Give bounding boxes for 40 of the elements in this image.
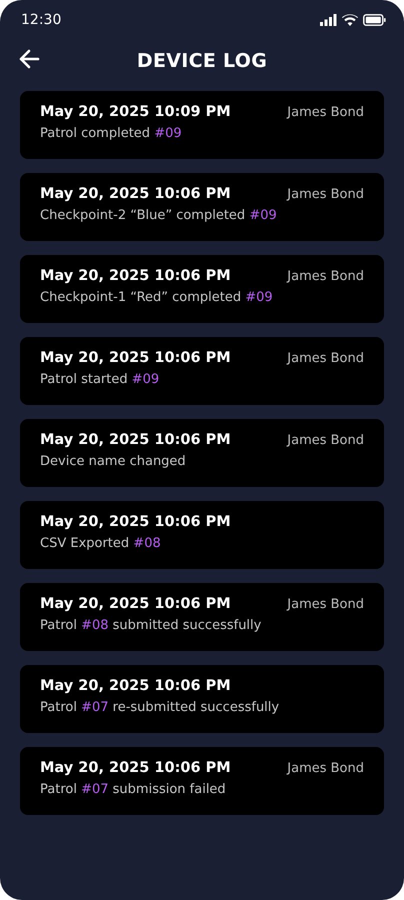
status-time: 12:30 (21, 12, 62, 28)
entry-message: Device name changed (40, 454, 187, 469)
entry-user: James Bond (287, 597, 364, 612)
entry-timestamp: May 20, 2025 10:06 PM (40, 432, 231, 448)
log-entry-card[interactable]: May 20, 2025 10:06 PM James Bond Checkpoint-1 “Red” completed #09 (20, 255, 384, 323)
entry-user: James Bond (287, 105, 364, 120)
log-entry-card[interactable]: May 20, 2025 10:06 PM James Bond Patrol #07 submission failed (20, 747, 384, 815)
signal-icon (320, 14, 337, 26)
log-entry-card[interactable]: May 20, 2025 10:06 PM Patrol #07 re-submitted successfully (20, 665, 384, 733)
entry-timestamp: May 20, 2025 10:06 PM (40, 514, 231, 530)
entry-timestamp: May 20, 2025 10:06 PM (40, 350, 231, 366)
entry-message: Patrol #07 submission failed (40, 782, 227, 797)
wifi-icon (342, 14, 358, 26)
entry-user: James Bond (287, 187, 364, 202)
log-entry-card[interactable]: May 20, 2025 10:06 PM CSV Exported #08 (20, 501, 384, 569)
entry-message: Checkpoint-1 “Red” completed #09 (40, 290, 274, 305)
log-entry-card[interactable]: May 20, 2025 10:06 PM James Bond Patrol #08 submitted successfully (20, 583, 384, 651)
entry-timestamp: May 20, 2025 10:06 PM (40, 186, 231, 202)
entry-message: Patrol completed #09 (40, 126, 183, 141)
log-entry-card[interactable]: May 20, 2025 10:06 PM James Bond Patrol started #09 (20, 337, 384, 405)
log-entry-card[interactable]: May 20, 2025 10:06 PM James Bond Checkpoint-2 “Blue” completed #09 (20, 173, 384, 241)
entry-timestamp: May 20, 2025 10:06 PM (40, 596, 231, 612)
entry-message: CSV Exported #08 (40, 536, 162, 551)
entry-timestamp: May 20, 2025 10:06 PM (40, 760, 231, 776)
entry-timestamp: May 20, 2025 10:06 PM (40, 268, 231, 284)
battery-icon (363, 14, 386, 26)
log-entry-card[interactable]: May 20, 2025 10:09 PM James Bond Patrol completed #09 (20, 91, 384, 159)
back-arrow-icon (18, 49, 40, 69)
entry-timestamp: May 20, 2025 10:09 PM (40, 104, 231, 120)
entry-user: James Bond (287, 761, 364, 776)
entry-timestamp: May 20, 2025 10:06 PM (40, 678, 231, 694)
log-entry-card[interactable]: May 20, 2025 10:06 PM James Bond Device name changed (20, 419, 384, 487)
entry-user: James Bond (287, 433, 364, 448)
entry-message: Patrol #07 re-submitted successfully (40, 700, 280, 715)
entry-message: Patrol started #09 (40, 372, 160, 387)
page-title: DEVICE LOG (136, 50, 268, 72)
entry-message: Checkpoint-2 “Blue” completed #09 (40, 208, 278, 223)
entry-user: James Bond (287, 351, 364, 366)
entry-user: James Bond (287, 269, 364, 284)
entry-message: Patrol #08 submitted successfully (40, 618, 262, 633)
